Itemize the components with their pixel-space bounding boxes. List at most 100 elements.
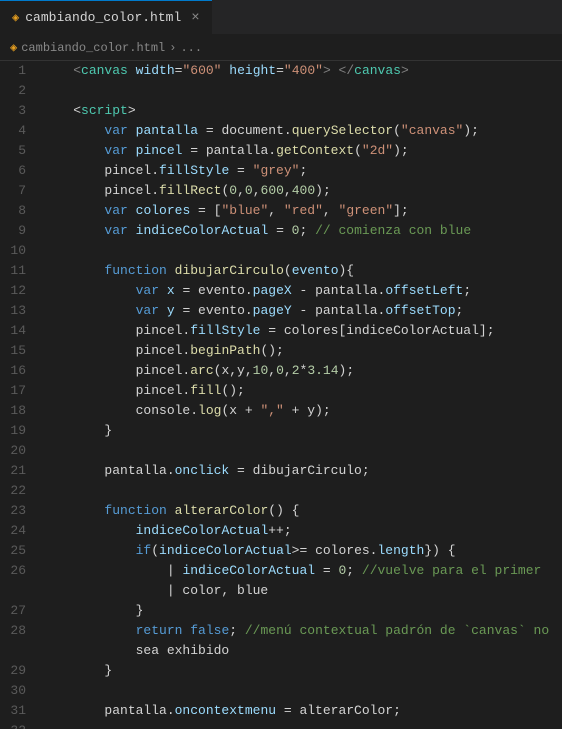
token: - pantalla. xyxy=(292,303,386,318)
token: 600 xyxy=(261,183,284,198)
code-line: } xyxy=(42,421,562,441)
token: //menú contextual padrón de `canvas` no xyxy=(245,623,549,638)
token: pincel. xyxy=(42,163,159,178)
token: var xyxy=(104,223,127,238)
token: = pantalla. xyxy=(182,143,276,158)
token: pantalla. xyxy=(42,703,175,718)
line-number: 1 xyxy=(8,61,26,81)
line-number: 21 xyxy=(8,461,26,481)
token xyxy=(128,123,136,138)
active-tab[interactable]: ◈ cambiando_color.html × xyxy=(0,0,212,34)
tab-bar: ◈ cambiando_color.html × xyxy=(0,0,562,35)
token: >= colores. xyxy=(292,543,378,558)
token: beginPath xyxy=(190,343,260,358)
line-number: 17 xyxy=(8,381,26,401)
token: var xyxy=(104,143,127,158)
code-line: } xyxy=(42,661,562,681)
line-number: 28 xyxy=(8,621,26,641)
token: 2 xyxy=(292,363,300,378)
token: var xyxy=(136,303,159,318)
code-line: indiceColorActual++; xyxy=(42,521,562,541)
token: (x + xyxy=(221,403,260,418)
token: = xyxy=(229,163,252,178)
code-area[interactable]: <canvas width="600" height="400"> </canv… xyxy=(38,61,562,729)
code-line: pincel.beginPath(); xyxy=(42,341,562,361)
code-line: <canvas width="600" height="400"> </canv… xyxy=(42,61,562,81)
code-line: function alterarColor() { xyxy=(42,501,562,521)
token: evento xyxy=(292,263,339,278)
token: log xyxy=(198,403,221,418)
token: pincel. xyxy=(42,363,190,378)
token: - pantalla. xyxy=(292,283,386,298)
breadcrumb: ◈ cambiando_color.html › ... xyxy=(0,35,562,61)
token: , xyxy=(284,363,292,378)
editor: 1234567891011121314151617181920212223242… xyxy=(0,61,562,729)
token xyxy=(128,223,136,238)
token: () { xyxy=(268,503,299,518)
token: var xyxy=(136,283,159,298)
token xyxy=(42,143,104,158)
token: = xyxy=(276,63,284,78)
token: } xyxy=(42,663,112,678)
token: = alterarColor; xyxy=(276,703,401,718)
code-line: pincel.fillStyle = "grey"; xyxy=(42,161,562,181)
token: = xyxy=(315,563,338,578)
token: = dibujarCirculo; xyxy=(229,463,369,478)
token: = xyxy=(268,223,291,238)
token: y xyxy=(167,303,175,318)
code-line: var indiceColorActual = 0; // comienza c… xyxy=(42,221,562,241)
token: var xyxy=(104,203,127,218)
token: oncontextmenu xyxy=(175,703,276,718)
line-number: 27 xyxy=(8,601,26,621)
token: script xyxy=(81,103,128,118)
token: sea exhibido xyxy=(42,643,229,658)
line-number: 25 xyxy=(8,541,26,561)
code-line: | indiceColorActual = 0; //vuelve para e… xyxy=(42,561,562,581)
token: , xyxy=(268,203,284,218)
token: (x,y, xyxy=(214,363,253,378)
token: onclick xyxy=(175,463,230,478)
code-line: pincel.fillRect(0,0,600,400); xyxy=(42,181,562,201)
line-number: 8 xyxy=(8,201,26,221)
tab-close-button[interactable]: × xyxy=(191,10,199,26)
token: 0 xyxy=(245,183,253,198)
code-line: var y = evento.pageY - pantalla.offsetTo… xyxy=(42,301,562,321)
token: indiceColorActual xyxy=(136,523,269,538)
code-line xyxy=(42,481,562,501)
token: "canvas" xyxy=(401,123,463,138)
line-number: 15 xyxy=(8,341,26,361)
code-line: pincel.fillStyle = colores[indiceColorAc… xyxy=(42,321,562,341)
line-number: 22 xyxy=(8,481,26,501)
token: ]; xyxy=(393,203,409,218)
token: (); xyxy=(260,343,283,358)
line-number: 24 xyxy=(8,521,26,541)
token: < xyxy=(42,63,81,78)
token: offsetTop xyxy=(385,303,455,318)
line-number: 29 xyxy=(8,661,26,681)
file-icon: ◈ xyxy=(12,10,19,25)
line-number: 16 xyxy=(8,361,26,381)
code-line xyxy=(42,441,562,461)
token: indiceColorActual xyxy=(182,563,315,578)
token: , xyxy=(237,183,245,198)
token: pincel. xyxy=(42,323,190,338)
token: "600" xyxy=(182,63,221,78)
code-line: | color, blue xyxy=(42,581,562,601)
line-number: 23 xyxy=(8,501,26,521)
token xyxy=(42,283,136,298)
token: | color, blue xyxy=(42,583,268,598)
token: console. xyxy=(42,403,198,418)
token xyxy=(42,303,136,318)
line-number: 26 xyxy=(8,561,26,581)
token: > xyxy=(128,103,136,118)
breadcrumb-more: ... xyxy=(180,41,202,55)
line-number: 4 xyxy=(8,121,26,141)
token: 3.14 xyxy=(307,363,338,378)
line-number: 14 xyxy=(8,321,26,341)
token: = colores[indiceColorActual]; xyxy=(260,323,494,338)
token: // comienza con blue xyxy=(315,223,471,238)
token: colores xyxy=(136,203,191,218)
token: fillStyle xyxy=(190,323,260,338)
code-line xyxy=(42,241,562,261)
token: pantalla. xyxy=(42,463,175,478)
